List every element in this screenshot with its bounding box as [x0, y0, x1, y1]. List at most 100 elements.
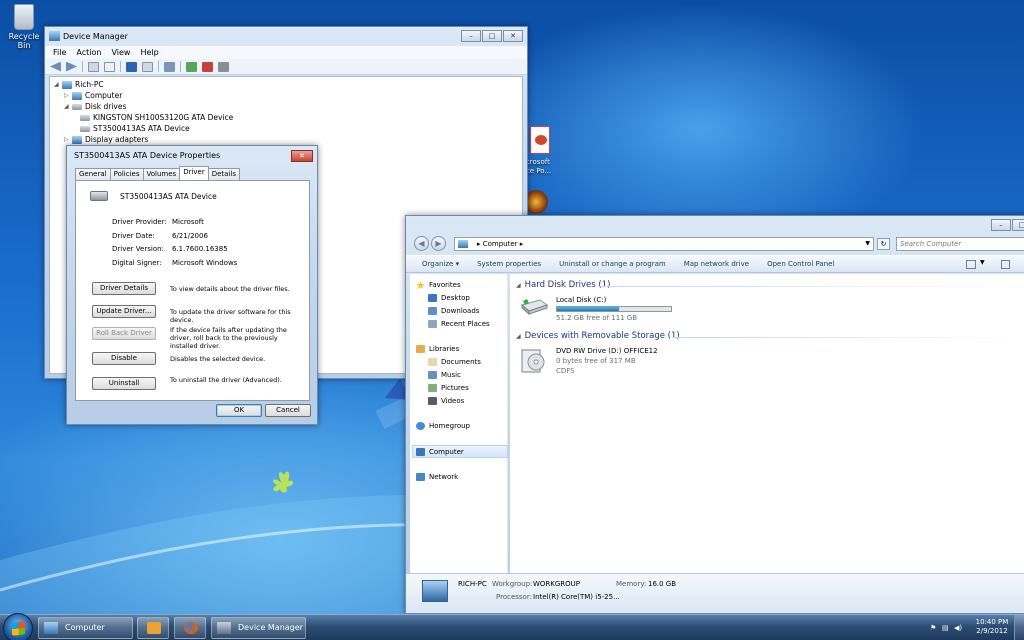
view-icon[interactable]	[142, 61, 153, 72]
explorer-titlebar[interactable]: – □	[406, 216, 1024, 235]
scan-hardware-icon[interactable]	[164, 61, 175, 72]
drive-name: DVD RW Drive (D:) OFFICE12	[556, 347, 658, 355]
nav-label: Pictures	[441, 384, 469, 392]
address-dropdown-icon[interactable]: ▼	[865, 238, 870, 250]
close-button[interactable]: ✕	[291, 150, 313, 162]
disable-icon[interactable]	[218, 61, 229, 72]
tab-policies[interactable]: Policies	[109, 168, 144, 180]
close-button[interactable]: ✕	[503, 30, 523, 42]
start-button[interactable]	[3, 613, 33, 640]
nav-favorites[interactable]: Favorites	[416, 281, 461, 289]
network-icon	[416, 473, 425, 481]
tree-item-display-adapters[interactable]: ▷ Display adapters	[54, 134, 522, 145]
nav-computer[interactable]: Computer	[416, 448, 464, 456]
powerpoint-shortcut-icon[interactable]	[524, 126, 554, 154]
tree-item-disk[interactable]: KINGSTON SH100S3120G ATA Device	[54, 112, 522, 123]
ok-button[interactable]: OK	[216, 404, 262, 417]
nav-documents[interactable]: Documents	[428, 358, 481, 366]
view-dropdown-icon[interactable]: ▼	[980, 259, 985, 266]
nav-recent-places[interactable]: Recent Places	[428, 320, 490, 328]
nav-libraries[interactable]: Libraries	[416, 345, 459, 353]
roll-back-driver-button[interactable]: Roll Back Driver	[92, 327, 156, 340]
computer-icon	[416, 448, 425, 456]
tab-details[interactable]: Details	[207, 168, 241, 180]
documents-icon	[428, 358, 437, 366]
nav-pictures[interactable]: Pictures	[428, 384, 469, 392]
back-icon[interactable]	[50, 61, 61, 72]
tab-volumes[interactable]: Volumes	[142, 168, 181, 180]
properties-icon[interactable]	[104, 61, 115, 72]
organize-button[interactable]: Organize ▾	[422, 260, 459, 268]
tab-general[interactable]: General	[75, 168, 111, 180]
maximize-button[interactable]: □	[1012, 219, 1024, 231]
nav-music[interactable]: Music	[428, 371, 461, 379]
device-manager-titlebar[interactable]: Device Manager – □ ✕	[45, 27, 527, 46]
taskbar-media-player-button[interactable]	[137, 617, 169, 639]
minimize-button[interactable]: –	[991, 219, 1011, 231]
nav-downloads[interactable]: Downloads	[428, 307, 479, 315]
menu-file[interactable]: File	[53, 46, 66, 59]
collapse-arrow-icon[interactable]: ◢	[516, 333, 521, 340]
tree-item-disk-drives[interactable]: ◢ Disk drives	[54, 101, 522, 112]
menu-action[interactable]: Action	[76, 46, 101, 59]
update-driver-button[interactable]: Update Driver...	[92, 305, 156, 318]
taskbar-button-label: Computer	[65, 623, 105, 632]
view-options-icon[interactable]	[966, 260, 976, 269]
collapsed-arrow-icon[interactable]: ▷	[64, 134, 72, 145]
show-hide-tree-icon[interactable]	[88, 61, 99, 72]
cancel-button[interactable]: Cancel	[265, 404, 311, 417]
disable-button[interactable]: Disable	[92, 352, 156, 365]
show-desktop-button[interactable]	[1014, 615, 1024, 640]
forward-button[interactable]: ▶	[431, 236, 446, 251]
back-button[interactable]: ◀	[414, 236, 429, 251]
uninstall-button[interactable]: Uninstall	[92, 377, 156, 390]
map-network-drive-button[interactable]: Map network drive	[684, 260, 749, 268]
help-icon[interactable]	[126, 61, 137, 72]
menu-view[interactable]: View	[111, 46, 130, 59]
pc-name: RICH-PC	[458, 580, 487, 588]
system-properties-button[interactable]: System properties	[477, 260, 541, 268]
tab-strip: General Policies Volumes Driver Details	[75, 166, 241, 180]
computer-icon	[458, 240, 468, 248]
tray-network-icon[interactable]: ▤	[942, 624, 950, 632]
properties-titlebar[interactable]: ST3500413AS ATA Device Properties ✕	[67, 146, 317, 165]
forward-icon[interactable]	[66, 61, 77, 72]
expanded-arrow-icon[interactable]: ◢	[64, 101, 72, 112]
nav-desktop[interactable]: Desktop	[428, 294, 470, 302]
menu-help[interactable]: Help	[140, 46, 158, 59]
tree-item-computer[interactable]: ▷ Computer	[54, 90, 522, 101]
expanded-arrow-icon[interactable]: ◢	[54, 79, 62, 90]
taskbar-computer-button[interactable]: Computer	[38, 617, 133, 639]
collapse-arrow-icon[interactable]: ◢	[516, 282, 521, 289]
taskbar-device-manager-button[interactable]: Device Manager	[211, 617, 306, 639]
uninstall-program-button[interactable]: Uninstall or change a program	[559, 260, 666, 268]
tab-driver[interactable]: Driver	[179, 166, 209, 180]
preview-pane-icon[interactable]	[1001, 260, 1010, 269]
open-control-panel-button[interactable]: Open Control Panel	[767, 260, 834, 268]
nav-homegroup[interactable]: Homegroup	[416, 422, 470, 430]
maximize-button[interactable]: □	[482, 30, 502, 42]
clock[interactable]: 10:40 PM 2/9/2012	[974, 618, 1010, 636]
nav-network[interactable]: Network	[416, 473, 458, 481]
group-hard-disk-drives[interactable]: ◢ Hard Disk Drives (1)	[516, 280, 610, 290]
info-value: 6.1.7600.16385	[172, 245, 228, 253]
refresh-icon[interactable]: ↻	[877, 238, 890, 250]
update-driver-icon[interactable]	[186, 61, 197, 72]
nav-videos[interactable]: Videos	[428, 397, 464, 405]
tray-volume-icon[interactable]: ◀)	[954, 624, 962, 632]
drive-free-space: 0 bytes free of 317 MB	[556, 357, 636, 365]
disable-desc: Disables the selected device.	[170, 355, 266, 363]
taskbar-firefox-button[interactable]	[174, 617, 206, 639]
address-bar[interactable]: ▸ Computer ▸ ▼	[454, 237, 874, 251]
collapsed-arrow-icon[interactable]: ▷	[64, 90, 72, 101]
recycle-bin-icon[interactable]: Recycle Bin	[4, 4, 44, 50]
minimize-button[interactable]: –	[461, 30, 481, 42]
search-input[interactable]: Search Computer	[896, 237, 1024, 251]
tree-item-disk[interactable]: ST3500413AS ATA Device	[54, 123, 522, 134]
driver-details-button[interactable]: Driver Details	[92, 282, 156, 295]
uninstall-icon[interactable]	[202, 61, 213, 72]
tray-flag-icon[interactable]: ⚑	[930, 624, 938, 632]
driver-details-desc: To view details about the driver files.	[170, 285, 290, 293]
tree-item-root[interactable]: ◢ Rich-PC	[54, 79, 522, 90]
group-removable-storage[interactable]: ◢ Devices with Removable Storage (1)	[516, 331, 680, 341]
